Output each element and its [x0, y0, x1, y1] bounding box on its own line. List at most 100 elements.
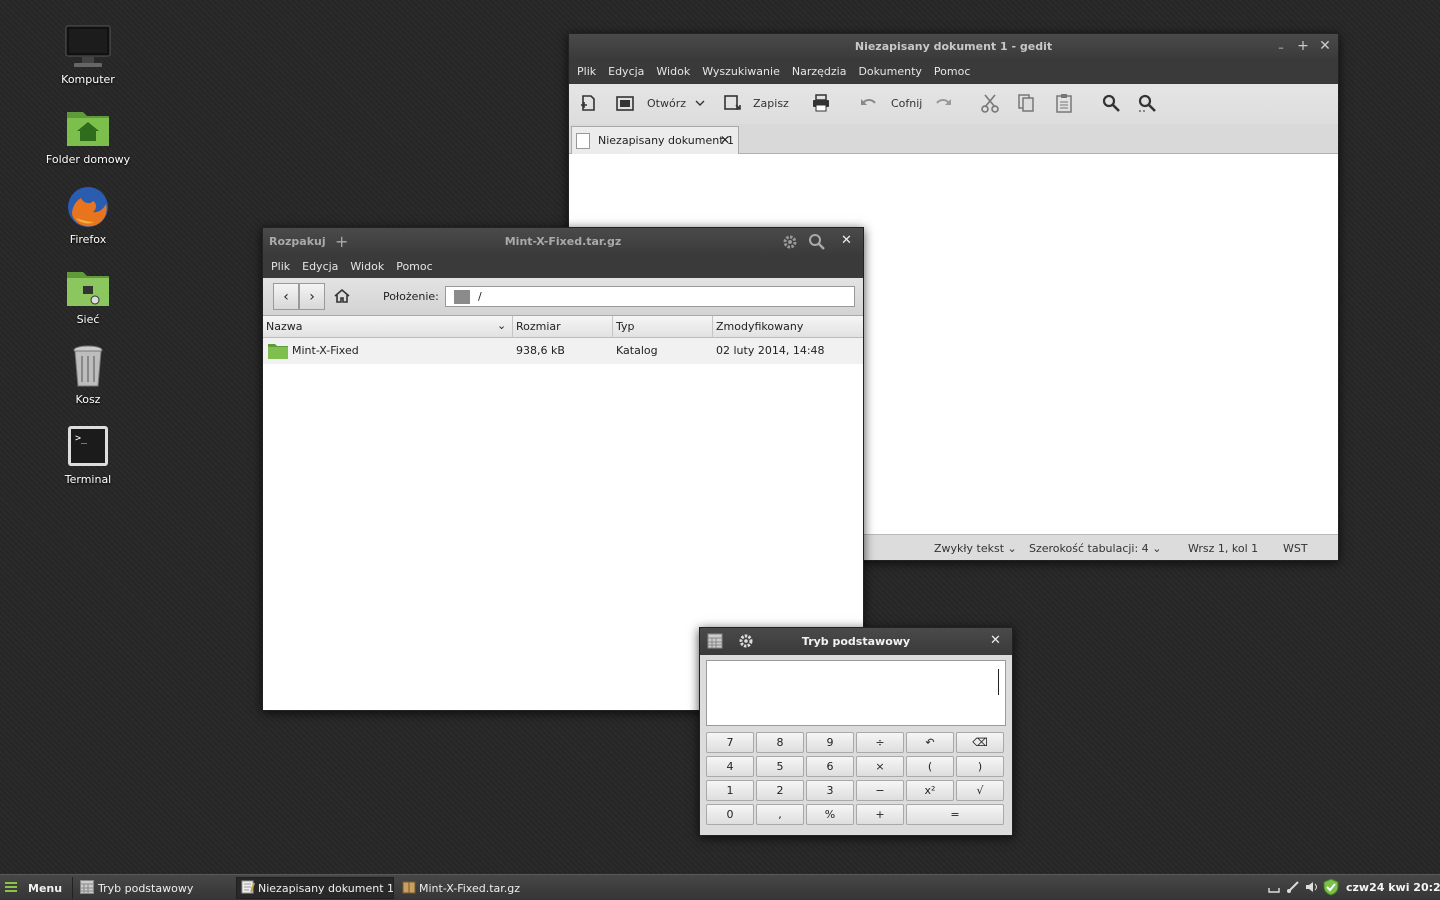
open-dropdown-button[interactable]: [695, 90, 705, 116]
desktop-icon-network[interactable]: Sieć: [40, 264, 136, 342]
copy-icon: [1018, 94, 1034, 112]
clock[interactable]: czw24 kwi 20:20: [1346, 881, 1440, 894]
task-archive[interactable]: Mint-X-Fixed.tar.gz: [400, 877, 540, 899]
home-button[interactable]: [333, 288, 351, 307]
menu-wyszukiwanie[interactable]: Wyszukiwanie: [696, 60, 786, 84]
key-open-paren-button[interactable]: (: [906, 756, 954, 777]
desktop-icon-firefox[interactable]: Firefox: [40, 184, 136, 262]
network-icon[interactable]: [1286, 880, 1300, 897]
menu-dokumenty[interactable]: Dokumenty: [852, 60, 927, 84]
menu-widok[interactable]: Widok: [650, 60, 696, 84]
cut-button[interactable]: [981, 90, 999, 116]
key-1-button[interactable]: 1: [706, 780, 754, 801]
menu-pomoc[interactable]: Pomoc: [928, 60, 976, 84]
calculator-titlebar[interactable]: Tryb podstawowy ✕: [700, 628, 1012, 655]
key-5-button[interactable]: 5: [756, 756, 804, 777]
task-label: Mint-X-Fixed.tar.gz: [419, 881, 521, 895]
paste-button[interactable]: [1055, 90, 1073, 116]
menu-button[interactable]: Menu: [4, 877, 70, 899]
key-2-button[interactable]: 2: [756, 780, 804, 801]
desktop-icon-label: Terminal: [64, 473, 112, 486]
key-undo-button[interactable]: ↶: [906, 732, 954, 753]
menu-plik[interactable]: Plik: [265, 256, 296, 278]
menu-pomoc[interactable]: Pomoc: [390, 256, 438, 278]
close-button[interactable]: ✕: [841, 233, 852, 248]
find-button[interactable]: [1101, 90, 1121, 116]
key-subtract-button[interactable]: −: [856, 780, 904, 801]
key-decimal-button[interactable]: ,: [756, 804, 804, 825]
close-button[interactable]: ✕: [1317, 38, 1333, 54]
language-selector[interactable]: Zwykły tekst ⌄: [934, 542, 1017, 555]
save-button[interactable]: Zapisz: [723, 90, 789, 116]
key-0-button[interactable]: 0: [706, 804, 754, 825]
desktop-icon-label: Komputer: [61, 73, 115, 86]
menu-widok[interactable]: Widok: [344, 256, 390, 278]
forward-button[interactable]: ›: [299, 283, 325, 310]
menu-narzedzia[interactable]: Narzędzia: [786, 60, 853, 84]
key-4-button[interactable]: 4: [706, 756, 754, 777]
column-name[interactable]: Nazwa: [266, 320, 302, 333]
key-6-button[interactable]: 6: [806, 756, 854, 777]
menu-edycja[interactable]: Edycja: [296, 256, 344, 278]
key-8-button[interactable]: 8: [756, 732, 804, 753]
desktop-icon-home[interactable]: Folder domowy: [40, 104, 136, 182]
key-9-button[interactable]: 9: [806, 732, 854, 753]
desktop-icon-label: Sieć: [76, 313, 100, 326]
print-button[interactable]: [811, 90, 831, 116]
paste-icon: [1056, 94, 1072, 113]
column-size[interactable]: Rozmiar: [516, 320, 561, 333]
maximize-button[interactable]: +: [1295, 38, 1311, 54]
back-button[interactable]: ‹: [273, 283, 299, 310]
key-add-button[interactable]: +: [856, 804, 904, 825]
key-7-button[interactable]: 7: [706, 732, 754, 753]
archive-titlebar[interactable]: Rozpakuj + Mint-X-Fixed.tar.gz ✕: [263, 228, 863, 256]
close-button[interactable]: ✕: [990, 633, 1001, 648]
menu-plik[interactable]: Plik: [571, 60, 602, 84]
gedit-menubar: Plik Edycja Widok Wyszukiwanie Narzędzia Doku…: [569, 60, 1338, 84]
tab-width-selector[interactable]: Szerokość tabulacji: 4 ⌄: [1029, 542, 1161, 555]
search-icon[interactable]: [808, 233, 826, 254]
calculator-display[interactable]: [706, 660, 1006, 726]
text-cursor: [998, 669, 999, 695]
desktop-icon-computer[interactable]: Komputer: [40, 24, 136, 102]
key-backspace-button[interactable]: ⌫: [956, 732, 1004, 753]
desktop-icon-trash[interactable]: Kosz: [40, 344, 136, 422]
key-divide-button[interactable]: ÷: [856, 732, 904, 753]
gear-icon[interactable]: [781, 233, 799, 254]
tab-close-icon[interactable]: ✕: [720, 133, 730, 147]
desktop-icon-terminal[interactable]: >_ Terminal: [40, 424, 136, 502]
chevron-down-icon: [695, 100, 705, 106]
chevron-left-icon: ‹: [283, 288, 289, 305]
computer-icon: [64, 24, 112, 70]
window-list-icon[interactable]: [1268, 880, 1280, 897]
tab-document[interactable]: Niezapisany dokument 1 ✕: [571, 126, 739, 154]
key-square-button[interactable]: x²: [906, 780, 954, 801]
key-close-paren-button[interactable]: ): [956, 756, 1004, 777]
menu-edycja[interactable]: Edycja: [602, 60, 650, 84]
undo-button[interactable]: Cofnij: [859, 90, 922, 116]
task-gedit[interactable]: Niezapisany dokument 1 ...: [236, 877, 394, 899]
key-multiply-button[interactable]: ×: [856, 756, 904, 777]
location-field[interactable]: /: [445, 286, 855, 307]
undo-icon: [861, 99, 876, 105]
table-row[interactable]: Mint-X-Fixed 938,6 kB Katalog 02 luty 20…: [263, 338, 863, 364]
copy-button[interactable]: [1017, 90, 1035, 116]
key-sqrt-button[interactable]: √: [956, 780, 1004, 801]
key-equals-button[interactable]: =: [906, 804, 1004, 825]
open-button[interactable]: Otwórz: [615, 90, 686, 116]
minimize-button[interactable]: –: [1273, 39, 1289, 55]
new-document-button[interactable]: [579, 90, 597, 116]
find-replace-button[interactable]: [1137, 90, 1157, 116]
task-calculator[interactable]: Tryb podstawowy: [78, 877, 230, 899]
gedit-titlebar[interactable]: Niezapisany dokument 1 - gedit – + ✕: [569, 34, 1338, 60]
home-icon: [334, 288, 350, 303]
undo-label: Cofnij: [891, 96, 923, 110]
redo-button[interactable]: [933, 90, 953, 116]
location-value: /: [478, 290, 482, 303]
volume-icon[interactable]: [1305, 880, 1319, 897]
column-modified[interactable]: Zmodyfikowany: [716, 320, 803, 333]
key-3-button[interactable]: 3: [806, 780, 854, 801]
update-manager-icon[interactable]: [1323, 878, 1339, 899]
column-type[interactable]: Typ: [616, 320, 635, 333]
key-percent-button[interactable]: %: [806, 804, 854, 825]
